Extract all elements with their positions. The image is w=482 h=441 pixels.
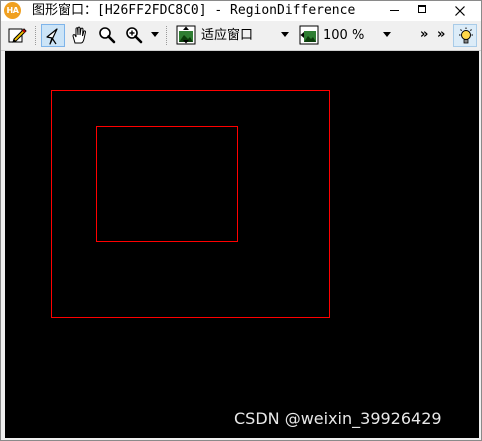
zoom-plus-icon <box>126 27 143 44</box>
fit-mode-dropdown-arrow[interactable] <box>281 32 289 37</box>
toolbar-overflow-button-2[interactable]: » <box>437 27 445 42</box>
minimize-button[interactable] <box>381 1 407 21</box>
outer-region-outline <box>51 90 330 318</box>
lightbulb-icon <box>459 27 473 44</box>
maximize-button[interactable] <box>409 1 435 21</box>
halcon-app-icon: HA <box>4 2 21 19</box>
magnifier-icon <box>99 27 116 44</box>
hand-pan-icon <box>72 26 87 44</box>
magnify-tool-button[interactable] <box>95 24 119 47</box>
window-title: 图形窗口：[H26FF2FDC8C0] - RegionDifference <box>32 3 356 18</box>
zoom-percent-icon <box>299 25 319 45</box>
toolbar: 适应窗口 100 % » » <box>1 21 481 51</box>
fit-window-icon <box>176 25 196 45</box>
csdn-watermark: CSDN @weixin_39926429 <box>234 409 442 428</box>
select-tool-button[interactable] <box>41 24 65 47</box>
inner-region-outline <box>96 126 238 242</box>
lightbulb-button[interactable] <box>453 24 477 47</box>
zoom-percent-dropdown-arrow[interactable] <box>383 32 391 37</box>
close-button[interactable] <box>441 1 479 21</box>
graphics-canvas[interactable]: CSDN @weixin_39926429 <box>5 51 479 438</box>
maximize-icon <box>418 5 426 13</box>
fit-mode-label: 适应窗口 <box>201 28 254 43</box>
toolbar-grip[interactable] <box>166 26 169 45</box>
draw-tool-button[interactable] <box>6 24 30 47</box>
title-bar[interactable]: HA 图形窗口：[H26FF2FDC8C0] - RegionDifferenc… <box>1 1 481 21</box>
toolbar-overflow-button[interactable]: » <box>420 27 428 42</box>
zoom-percent-combo[interactable]: 100 % <box>298 24 398 47</box>
close-icon <box>455 6 465 16</box>
minimize-icon <box>390 10 399 11</box>
zoom-tool-button[interactable] <box>122 24 146 47</box>
fit-mode-combo[interactable]: 适应窗口 <box>175 24 295 47</box>
pointer-arrow-icon <box>46 28 58 45</box>
zoom-tool-dropdown-arrow[interactable] <box>151 32 159 37</box>
toolbar-grip[interactable] <box>35 26 38 45</box>
region-display <box>51 90 330 318</box>
graphics-window: HA 图形窗口：[H26FF2FDC8C0] - RegionDifferenc… <box>0 0 482 441</box>
pan-tool-button[interactable] <box>68 24 92 47</box>
pencil-icon <box>8 28 27 43</box>
zoom-percent-label: 100 % <box>323 28 365 43</box>
